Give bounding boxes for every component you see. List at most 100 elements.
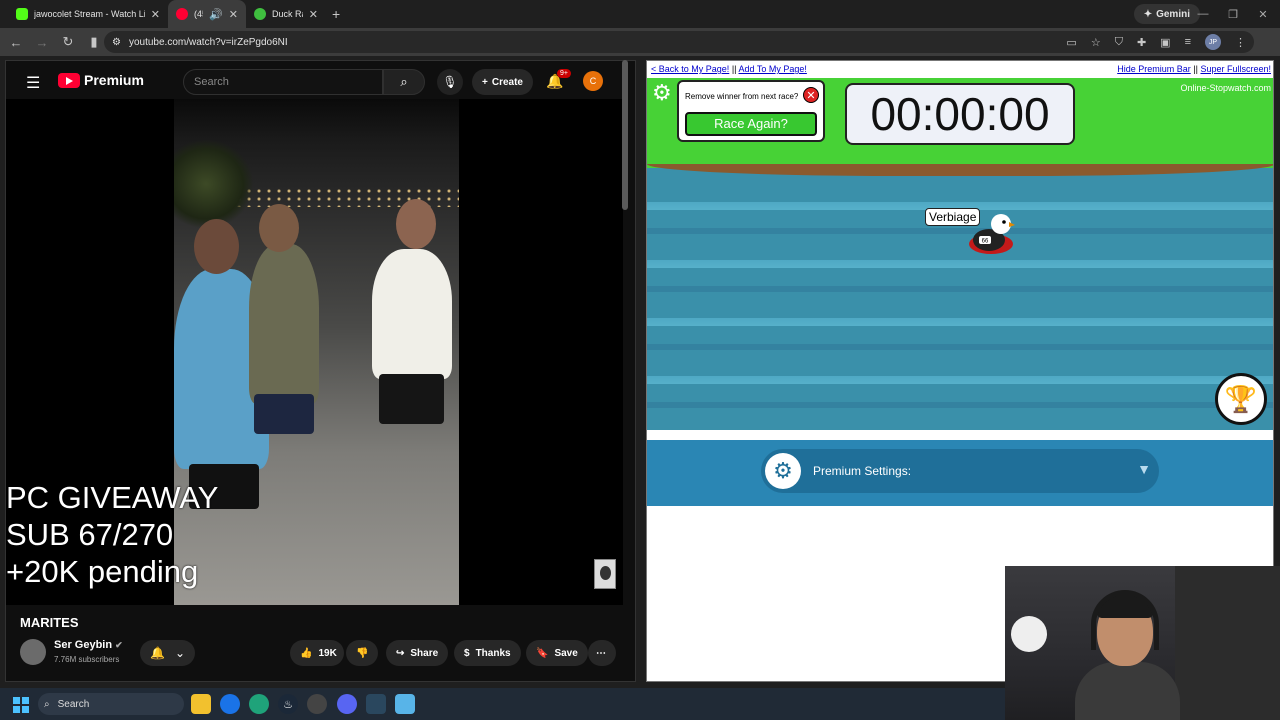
steam-alt-icon[interactable] [366, 694, 386, 714]
like-count: 19K [318, 647, 337, 659]
brand-logo[interactable]: Online-Stopwatch.com [1180, 83, 1271, 93]
premium-settings-label: Premium Settings: [813, 464, 912, 478]
create-button[interactable]: + Create [472, 69, 533, 95]
channel-name-text: Ser Geybin [54, 639, 113, 651]
gear-icon: ⚙ [765, 453, 801, 489]
chevron-down-icon: ⌄ [174, 646, 186, 660]
create-label: Create [491, 76, 523, 88]
youtube-icon [176, 8, 188, 20]
channel-avatar[interactable] [20, 639, 46, 665]
divider [647, 430, 1273, 440]
verified-icon: ✔ [115, 640, 123, 650]
reading-list-icon[interactable]: ≡ [1185, 36, 1191, 48]
duck-racer: 66 [969, 214, 1015, 254]
close-icon[interactable]: ✕ [151, 8, 160, 21]
file-explorer-icon[interactable] [191, 694, 211, 714]
voice-search-button[interactable]: 🎙 [437, 69, 463, 95]
sidebar-icon[interactable]: ▮ [82, 30, 106, 54]
super-fullscreen-link[interactable]: Super Fullscreen! [1200, 64, 1271, 74]
obs-icon[interactable] [307, 694, 327, 714]
tab-bar: jawocolet Stream - Watch Live ✕ (45) M 🔊… [0, 0, 1280, 28]
steam-icon[interactable]: ♨ [278, 694, 298, 714]
maximize-button[interactable]: ❐ [1218, 0, 1248, 28]
user-avatar[interactable]: C [583, 71, 603, 91]
bookmark-icon: 🔖 [536, 647, 549, 659]
bookmark-star-icon[interactable]: ☆ [1091, 36, 1101, 49]
forward-button[interactable]: → [30, 30, 54, 54]
separator: || [1193, 64, 1198, 74]
settings-gear-icon[interactable]: ⚙ [652, 82, 674, 104]
menu-icon[interactable]: ⋮ [1235, 36, 1246, 49]
edge-icon[interactable] [249, 694, 269, 714]
reload-button[interactable]: ↻ [56, 30, 80, 54]
taskbar-search[interactable]: ⌕ Search [38, 693, 184, 715]
minimize-button[interactable]: — [1188, 0, 1218, 28]
youtube-scrollbar[interactable] [622, 60, 628, 210]
tab-title: (45) M [194, 9, 203, 19]
thanks-button[interactable]: $ Thanks [454, 640, 521, 666]
hide-premium-bar-link[interactable]: Hide Premium Bar [1117, 64, 1191, 74]
notification-settings-button[interactable]: 🔔 ⌄ [140, 640, 196, 666]
address-bar[interactable]: ⚙ youtube.com/watch?v=irZePgdo6NI ▭ ☆ ⛉ … [104, 31, 1254, 53]
back-button[interactable]: ← [4, 30, 28, 54]
video-player[interactable]: PC GIVEAWAY SUB 67/270 +20K pending [6, 99, 623, 605]
more-actions-button[interactable]: ⋯ [588, 640, 616, 666]
webcam-overlay [1005, 566, 1280, 720]
shield-icon[interactable]: ⛉ [1115, 36, 1123, 49]
person-head [259, 204, 299, 252]
share-button[interactable]: ↪ Share [386, 640, 449, 666]
thumbs-down-icon: 👎 [356, 647, 369, 659]
site-info-icon[interactable]: ⚙ [112, 37, 121, 48]
tab-youtube[interactable]: (45) M 🔊 ✕ [168, 0, 246, 28]
media-icon[interactable]: ▣ [1160, 36, 1170, 49]
person-head [396, 199, 436, 249]
chrome-icon[interactable] [220, 694, 240, 714]
dirt-edge [647, 164, 1273, 176]
share-icon: ↪ [396, 647, 405, 659]
back-to-my-page-link[interactable]: < Back to My Page! [651, 64, 729, 74]
close-icon[interactable]: ✕ [309, 8, 318, 21]
winner-options-box: Remove winner from next race? ✕ Race Aga… [677, 80, 825, 142]
premium-settings-toggle[interactable]: ⚙ Premium Settings: ▼ [761, 449, 1159, 493]
race-game[interactable]: ⚙ Remove winner from next race? ✕ Race A… [647, 78, 1273, 430]
stream-overlay-text: PC GIVEAWAY SUB 67/270 +20K pending [6, 479, 218, 590]
save-button[interactable]: 🔖 Save [526, 640, 588, 666]
trophy-icon[interactable]: 🏆 [1215, 373, 1267, 425]
webcam-background [1175, 566, 1280, 720]
close-window-button[interactable]: ✕ [1248, 0, 1278, 28]
premium-settings-panel: ⚙ Premium Settings: ▼ [647, 440, 1273, 506]
thanks-icon: $ [464, 647, 470, 659]
overlay-line: +20K pending [6, 554, 199, 589]
discord-icon[interactable] [337, 694, 357, 714]
channel-watermark[interactable] [594, 559, 616, 589]
hamburger-menu-icon[interactable]: ☰ [26, 73, 40, 93]
remove-winner-toggle[interactable]: ✕ [803, 87, 819, 103]
taskbar-search-label: Search [57, 698, 90, 710]
streamer-body [1075, 662, 1180, 720]
search-input[interactable]: Search [183, 69, 383, 95]
person-shorts [379, 374, 444, 424]
tab-duck-race[interactable]: Duck Rac ✕ [246, 0, 326, 28]
notification-badge: 9+ [557, 69, 571, 78]
tab-title: Duck Rac [272, 9, 303, 19]
like-button[interactable]: 👍 19K [290, 640, 344, 666]
channel-name[interactable]: Ser Geybin ✔ [54, 639, 123, 651]
speaker-icon[interactable]: 🔊 [209, 8, 223, 21]
dislike-button[interactable]: 👎 [346, 640, 378, 666]
premium-bar-left: < Back to My Page! || Add To My Page! [651, 64, 807, 74]
notepad-icon[interactable] [395, 694, 415, 714]
extensions-icon[interactable]: ✚ [1137, 36, 1146, 49]
thanks-label: Thanks [475, 647, 511, 659]
cast-icon[interactable]: ▭ [1066, 36, 1076, 49]
webcam-ball [1011, 616, 1047, 652]
youtube-logo[interactable]: Premium [58, 72, 144, 88]
race-again-button[interactable]: Race Again? [685, 112, 817, 136]
new-tab-button[interactable]: + [332, 0, 340, 28]
profile-avatar[interactable]: JP [1205, 34, 1221, 50]
close-icon[interactable]: ✕ [229, 8, 238, 21]
add-to-my-page-link[interactable]: Add To My Page! [739, 64, 807, 74]
tab-kick-stream[interactable]: jawocolet Stream - Watch Live ✕ [8, 0, 168, 28]
windows-start-icon[interactable] [13, 697, 29, 713]
search-button[interactable]: ⌕ [383, 69, 425, 95]
separator: || [731, 64, 737, 74]
